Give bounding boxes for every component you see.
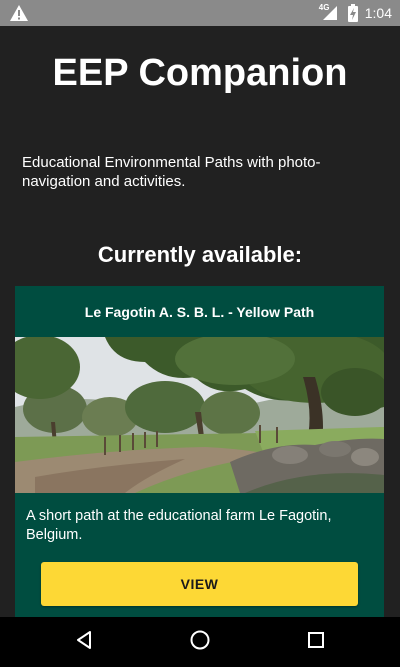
path-description: A short path at the educational farm Le … [26, 508, 332, 543]
path-title: Le Fagotin A. S. B. L. - Yellow Path [84, 304, 315, 320]
view-button[interactable]: VIEW [41, 562, 358, 606]
status-time: 1:04 [364, 5, 392, 21]
app-screen: 4G 1:04 EEP Companion Educational Enviro… [0, 0, 400, 667]
home-button[interactable] [170, 617, 230, 667]
home-icon [189, 629, 211, 656]
back-button[interactable] [54, 617, 114, 667]
back-icon [74, 630, 94, 655]
section-heading: Currently available: [97, 242, 303, 267]
app-title: EEP Companion [52, 52, 348, 94]
view-button-label: VIEW [180, 576, 219, 592]
recents-icon [307, 631, 325, 654]
navigation-bar [0, 617, 400, 667]
battery-icon [347, 4, 359, 22]
landscape-photo [15, 331, 384, 493]
status-icons: 4G 1:04 [319, 0, 392, 26]
network-type: 4G [318, 3, 330, 12]
path-card: Le Fagotin A. S. B. L. - Yellow Path A s… [15, 286, 384, 626]
app-description: Educational Environmental Paths with pho… [22, 154, 321, 190]
cell-signal-icon: 4G [318, 3, 341, 22]
status-bar: 4G 1:04 [0, 0, 400, 26]
recents-button[interactable] [286, 617, 346, 667]
warning-icon [9, 4, 29, 22]
